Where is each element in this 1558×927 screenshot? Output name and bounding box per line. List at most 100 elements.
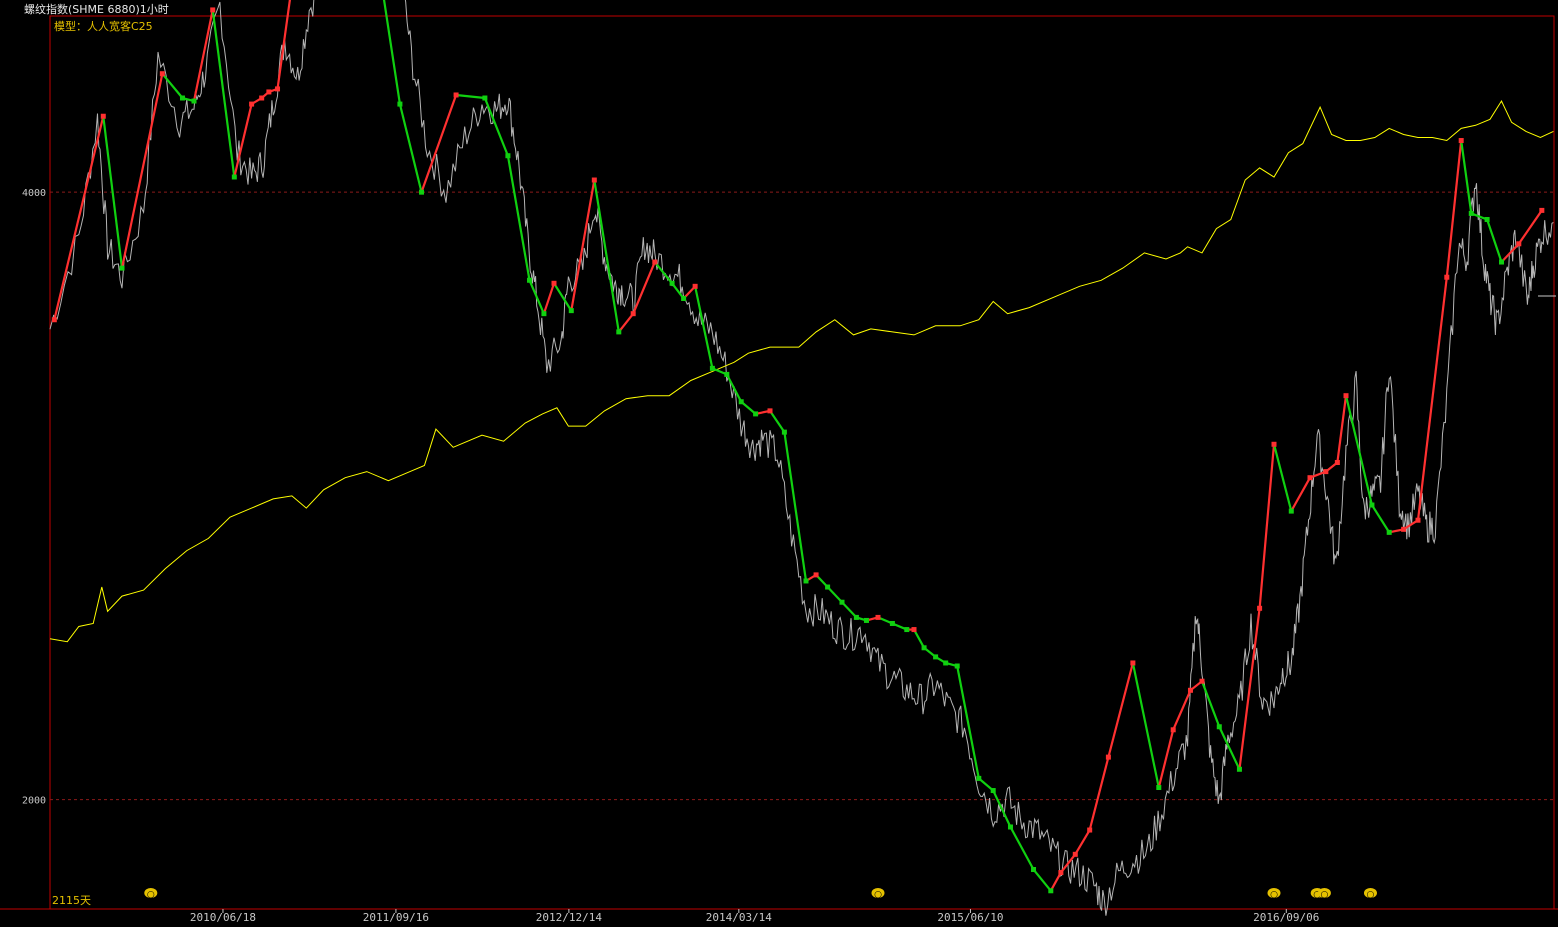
signal-point-23	[541, 311, 547, 317]
signal-point-66	[1199, 678, 1205, 684]
signal-point-50	[933, 654, 939, 660]
signal-marker-glyph-5: ○	[1367, 890, 1375, 900]
signal-marker-glyph-4: ○	[1320, 890, 1328, 900]
signal-point-54	[990, 788, 996, 794]
series-layer	[49, 0, 1554, 916]
signal-point-76	[1369, 502, 1375, 508]
signal-point-61	[1105, 754, 1111, 760]
signal-point-36	[753, 411, 759, 417]
signal-point-33	[709, 365, 715, 371]
x-tick-label-1: 2011/09/16	[363, 911, 429, 924]
signal-segment-71	[1290, 477, 1311, 512]
signal-point-82	[1468, 210, 1474, 216]
signal-point-20	[482, 95, 488, 101]
signal-point-35	[738, 399, 744, 405]
signal-point-63	[1156, 785, 1162, 791]
signal-segment-25	[570, 179, 596, 311]
signal-point-74	[1334, 460, 1340, 465]
signal-point-7	[231, 174, 237, 180]
signal-point-69	[1257, 605, 1263, 611]
signal-segment-37	[769, 410, 786, 433]
marker-layer: ○ ○ ○ ○ ○ ○	[144, 888, 1377, 900]
x-tick-label-5: 2016/09/06	[1253, 911, 1319, 924]
signal-marker-glyph-0: ○	[147, 890, 155, 900]
signal-point-31	[681, 295, 687, 301]
signal-point-84	[1499, 259, 1505, 265]
x-tick-label-2: 2012/12/14	[536, 911, 603, 924]
signal-point-65	[1187, 687, 1193, 693]
y-axis-labels: 4000 2000	[22, 188, 46, 806]
x-axis-labels: 2010/06/18 2011/09/16 2012/12/14 2014/03/14…	[190, 909, 1319, 924]
signal-point-6	[210, 7, 216, 13]
signal-point-22	[527, 277, 533, 283]
signal-point-18	[419, 189, 425, 195]
signal-point-86	[1539, 207, 1545, 213]
signal-point-60	[1087, 827, 1093, 833]
signal-point-83	[1484, 217, 1490, 223]
signal-point-58	[1058, 870, 1064, 876]
signal-point-80	[1444, 274, 1450, 280]
signal-segment-23	[542, 282, 556, 315]
signal-segment-67	[1218, 726, 1241, 770]
signal-point-81	[1458, 138, 1464, 144]
signal-point-5	[191, 98, 197, 104]
signal-point-46	[889, 620, 895, 626]
signal-segment-6	[211, 9, 236, 178]
signal-point-32	[692, 283, 698, 289]
signal-point-52	[954, 663, 960, 669]
signal-segment-3	[161, 73, 184, 99]
signal-point-62	[1130, 660, 1136, 666]
signal-point-43	[853, 614, 859, 620]
signal-point-39	[803, 578, 809, 584]
signal-point-51	[943, 660, 949, 666]
signal-segment-55	[1009, 826, 1035, 871]
signal-segment-84	[1500, 243, 1520, 263]
signal-point-45	[875, 614, 881, 620]
signal-point-29	[652, 259, 658, 265]
days-label: 2115天	[52, 894, 91, 907]
signal-point-57	[1048, 888, 1054, 894]
signal-segment-62	[1131, 662, 1160, 788]
equity-series-line	[49, 99, 1554, 643]
signal-point-79	[1415, 517, 1421, 523]
signal-point-64	[1170, 727, 1176, 733]
signal-point-25	[568, 308, 574, 314]
signal-point-28	[630, 311, 636, 317]
signal-point-77	[1386, 529, 1392, 535]
signal-segment-24	[553, 282, 573, 312]
signal-segment-56	[1032, 868, 1052, 892]
price-series-line	[49, 0, 1554, 916]
signal-segment-79	[1416, 277, 1448, 521]
signal-segment-5	[192, 9, 214, 102]
signal-point-1	[100, 113, 106, 119]
signal-point-38	[781, 429, 787, 435]
signal-point-55	[1007, 824, 1013, 830]
signal-point-56	[1031, 867, 1037, 873]
signal-marker-glyph-2: ○	[1270, 890, 1278, 900]
signal-point-40	[813, 572, 819, 578]
signal-point-44	[863, 617, 869, 623]
signal-point-19	[453, 92, 459, 98]
signal-point-11	[275, 86, 281, 92]
signal-point-21	[505, 153, 511, 159]
signal-segment-81	[1460, 140, 1473, 214]
signal-point-75	[1343, 393, 1349, 399]
signal-point-30	[669, 280, 675, 286]
signal-point-2	[119, 265, 125, 271]
chart-canvas[interactable]: 40002000 2010/06/18 2011/09/16 2012/12/14 2…	[0, 0, 1558, 927]
signal-point-26	[591, 177, 597, 183]
signal-point-67	[1216, 724, 1222, 730]
signal-segment-29	[653, 261, 673, 284]
signal-segment-57	[1049, 872, 1062, 892]
y-tick-label-0: 4000	[22, 188, 46, 199]
signal-segment-61	[1107, 662, 1134, 758]
plot-frame	[49, 15, 1555, 910]
signal-segment-75	[1344, 395, 1373, 506]
signal-point-53	[976, 775, 982, 781]
signal-segment-22	[528, 279, 545, 315]
signal-point-41	[825, 584, 831, 590]
signal-segment-76	[1370, 504, 1391, 533]
signal-point-24	[551, 280, 557, 286]
signal-segment-60	[1088, 756, 1110, 831]
signal-segment-38	[783, 431, 808, 582]
